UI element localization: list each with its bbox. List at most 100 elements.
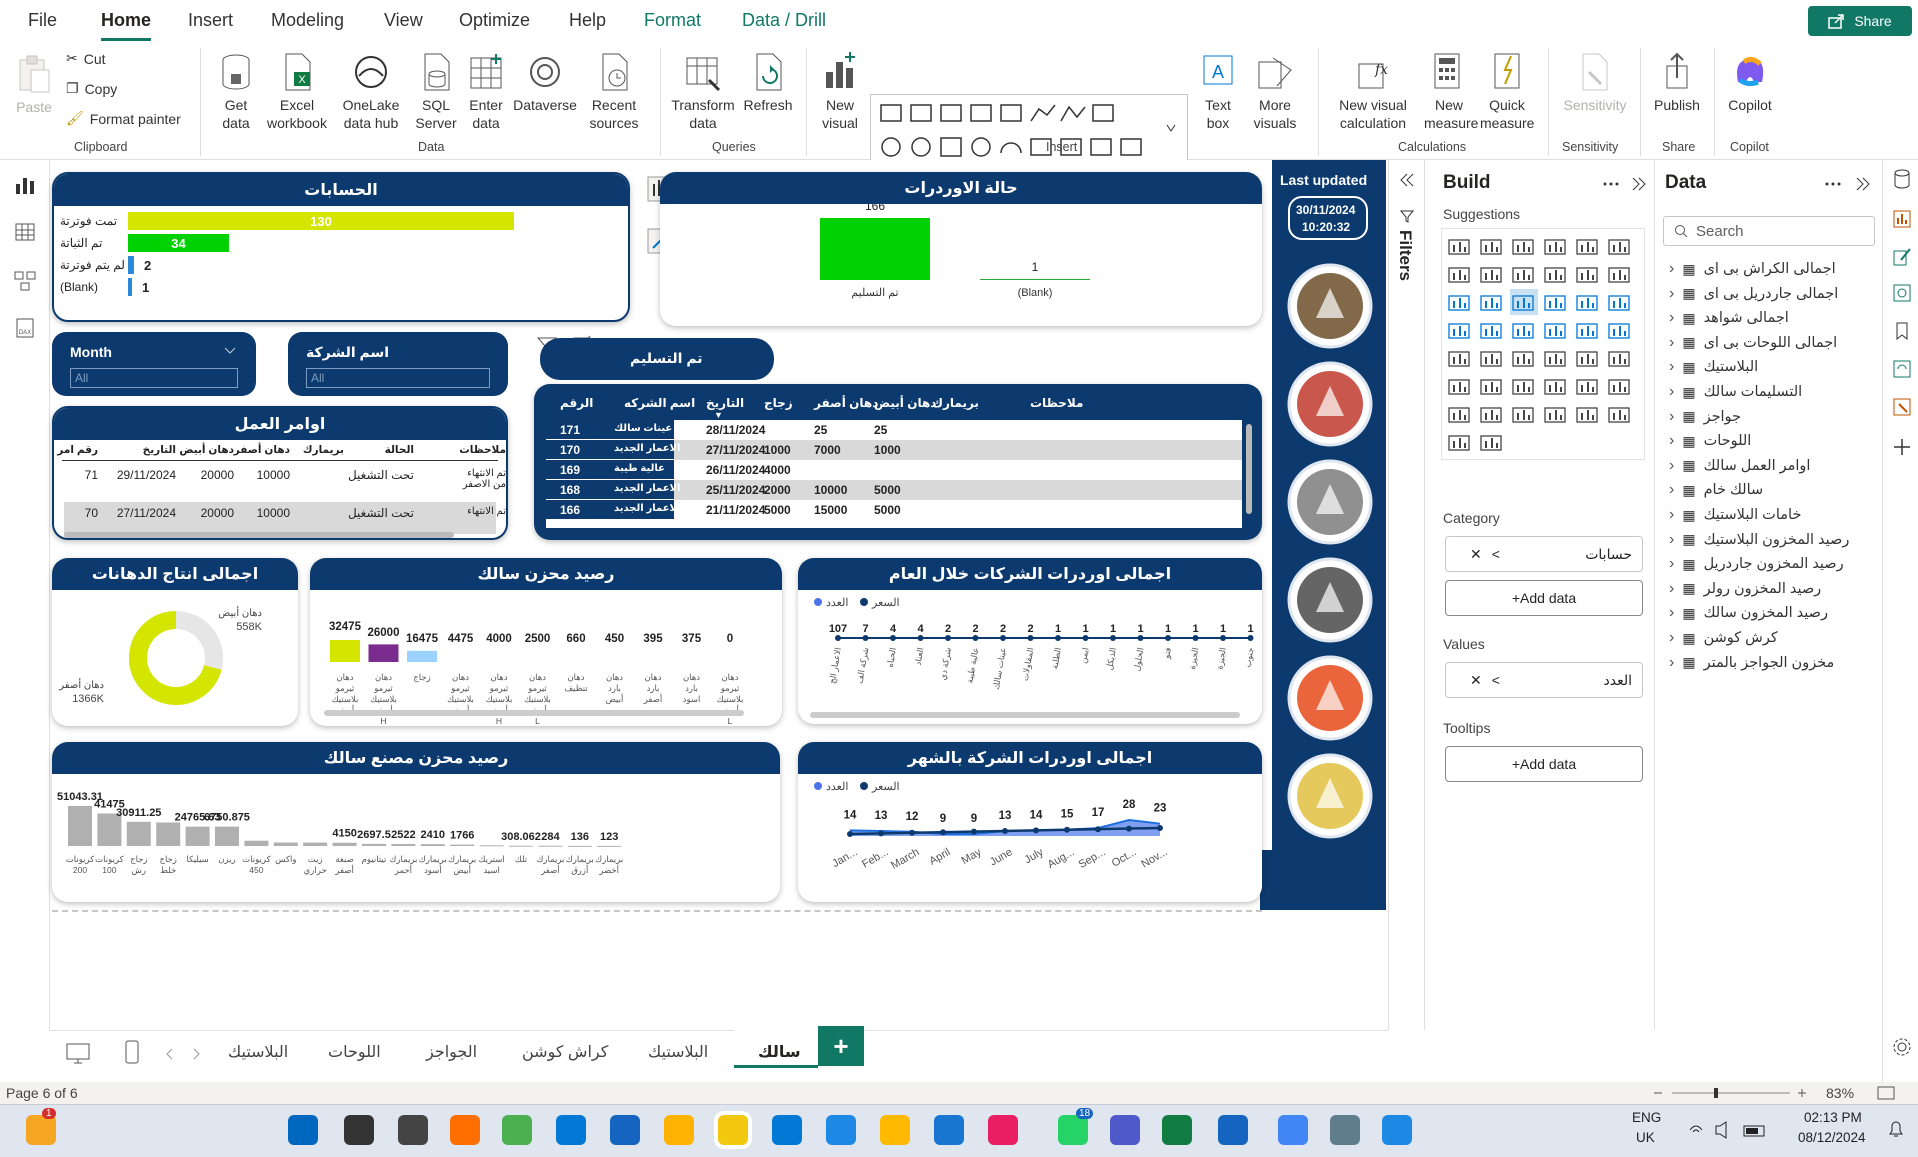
tab-optimize[interactable]: Optimize	[459, 10, 530, 31]
close-icon[interactable]: ✕	[1470, 546, 1482, 563]
values-well[interactable]: العدد > ✕	[1445, 662, 1643, 698]
close-icon[interactable]: ✕	[1470, 672, 1482, 689]
weather-icon[interactable]	[26, 1115, 56, 1145]
text-box-button[interactable]: A Text box	[1196, 52, 1240, 132]
salek-stock-chart[interactable]: 32475دهانثيرموبلاستيكأصفر26000دهانثيرموب…	[310, 590, 782, 726]
paint-icon[interactable]	[988, 1115, 1018, 1145]
work-orders-header[interactable]: ملاحظات	[459, 444, 506, 456]
page-nav-button[interactable]	[1286, 752, 1374, 840]
tab-view[interactable]: View	[384, 10, 423, 31]
tab-help[interactable]: Help	[569, 10, 606, 31]
accounts-card[interactable]: الحسابات تمت فوترتة 130 تم الثباتة 34 لم يتم…	[52, 172, 630, 322]
orders-table-header[interactable]: التاريخ	[706, 396, 744, 410]
page-tab-plastic[interactable]: البلاستيك	[648, 1042, 708, 1062]
chevron-right-icon[interactable]: ›	[1669, 481, 1674, 499]
work-orders-header[interactable]: دهان أبيض	[179, 444, 234, 456]
monthly-orders-chart[interactable]: العدد السعر 14 Jan... 13 Feb... 12 March 9 April 9…	[798, 774, 1262, 902]
data-table-item[interactable]: › ▦ اجمالى جاردريل بى اى	[1669, 285, 1838, 303]
chevron-right-icon[interactable]: ›	[1669, 580, 1674, 598]
dataverse-button[interactable]: Dataverse	[512, 52, 578, 114]
orders-table-header[interactable]: اسم الشركه	[624, 396, 695, 410]
work-orders-header[interactable]: بريمارك	[303, 444, 344, 456]
data-table-item[interactable]: › ▦ جواجز	[1669, 408, 1741, 426]
orders-table-header[interactable]: دهان أصفر	[814, 396, 878, 410]
work-orders-card[interactable]: اوامر العمل ملاحظات الحالة بريمارك دهان أصف…	[52, 406, 508, 540]
company-slicer-dropdown[interactable]: All	[306, 368, 490, 388]
chevron-right-icon[interactable]: ›	[1669, 383, 1674, 401]
add-tooltips-data-button[interactable]: +Add data	[1445, 746, 1643, 782]
chevron-right-icon[interactable]: ›	[1669, 457, 1674, 475]
tab-home[interactable]: Home	[101, 10, 152, 41]
share-button[interactable]: Share	[1808, 6, 1912, 36]
page-tab-salek[interactable]: سالك	[758, 1042, 801, 1062]
model-view-icon[interactable]	[13, 268, 37, 292]
excel-workbook-button[interactable]: X Excel workbook	[267, 52, 327, 132]
new-measure-button[interactable]: New measure	[1424, 52, 1478, 132]
data-table-item[interactable]: › ▦ كرش كوشن	[1669, 629, 1778, 647]
orders-table[interactable]: ملاحظات بريمارك دهان أبيض دهان أصفر زجاج التا…	[534, 384, 1262, 540]
monthly-orders-card[interactable]: اجمالى اوردرات الشركة بالشهر العدد السعر 1…	[798, 742, 1262, 902]
tab-format[interactable]: Format	[644, 10, 701, 31]
notification-bell-icon[interactable]	[1886, 1118, 1906, 1140]
orders-table-header[interactable]: ملاحظات	[1030, 396, 1083, 410]
edge-icon[interactable]	[556, 1115, 586, 1145]
page-nav-button[interactable]	[1286, 654, 1374, 742]
file-explorer-icon[interactable]	[664, 1115, 694, 1145]
factory-stock-chart[interactable]: 51043.31كريونات20041475كريونات10030911.2…	[52, 774, 780, 902]
company-slicer[interactable]: اسم الشركة All	[288, 332, 508, 396]
notepad-icon[interactable]	[826, 1115, 856, 1145]
cut-button[interactable]: ✂ Cut	[66, 50, 106, 67]
format-pane-icon[interactable]	[1891, 246, 1913, 268]
chevron-right-icon[interactable]: ›	[1669, 260, 1674, 278]
orders-status-card[interactable]: حالة الاوردرات 166 تم التسليم 1 (Blank)	[660, 172, 1262, 326]
whatsapp-icon[interactable]	[1058, 1115, 1088, 1145]
search-icon[interactable]	[344, 1115, 374, 1145]
sync-slicers-icon[interactable]	[1891, 358, 1913, 380]
work-orders-header[interactable]: رقم امر العمل	[54, 444, 98, 456]
quick-measure-button[interactable]: Quick measure	[1480, 52, 1534, 132]
companies-orders-chart[interactable]: العدد السعر 107 الاعمار الج 7 شركة الف 4 الحياه…	[798, 590, 1262, 724]
word-icon[interactable]	[1218, 1115, 1248, 1145]
month-slicer[interactable]: Month All	[52, 332, 256, 396]
clock-time[interactable]: 02:13 PM	[1804, 1110, 1862, 1125]
recent-sources-button[interactable]: Recent sources	[582, 52, 646, 132]
copilot-app-icon[interactable]	[450, 1115, 480, 1145]
filters-label[interactable]: Filters	[1395, 230, 1415, 281]
chevron-right-icon[interactable]: ›	[1669, 285, 1674, 303]
page-tab-crash-cushion[interactable]: كراش كوشن	[522, 1042, 608, 1062]
sql-server-button[interactable]: SQL Server	[414, 52, 458, 132]
onelake-button[interactable]: OneLake data hub	[336, 52, 406, 132]
mobile-layout-icon[interactable]	[122, 1039, 142, 1067]
page-nav-arrows-icon[interactable]	[164, 1047, 204, 1061]
data-table-item[interactable]: › ▦ رصيد المخزون رولر	[1669, 580, 1821, 598]
publish-button[interactable]: Publish	[1650, 52, 1704, 114]
collapse-left-icon[interactable]	[1397, 172, 1417, 188]
work-orders-header[interactable]: دهان أصفر	[234, 444, 290, 456]
paint-donut-chart[interactable]: دهان أبيض 558K دهان أصفر 1366K	[52, 590, 298, 726]
get-data-button[interactable]: Get data	[212, 52, 260, 132]
paint-production-card[interactable]: اجمالى انتاج الدهانات دهان أبيض 558K دهان …	[52, 558, 298, 726]
copilot-button[interactable]: Copilot	[1722, 52, 1778, 114]
snipping-tool-icon[interactable]	[610, 1115, 640, 1145]
orders-table-header[interactable]: بريمارك	[932, 396, 979, 410]
analytics-icon[interactable]	[1891, 282, 1913, 304]
work-orders-header[interactable]: التاريخ	[143, 444, 176, 456]
data-table-item[interactable]: › ▦ رصيد المخزون البلاستيك	[1669, 531, 1849, 549]
transform-data-button[interactable]: Transform data	[668, 52, 738, 132]
enter-data-button[interactable]: Enter data	[464, 52, 508, 132]
chevron-right-icon[interactable]: ›	[1669, 531, 1674, 549]
add-pane-icon[interactable]	[1891, 436, 1913, 458]
accounts-bar-chart[interactable]: تمت فوترتة 130 تم الثباتة 34 لم يتم فوترتة 2 (…	[54, 206, 628, 322]
visual-type-grid[interactable]	[1441, 228, 1645, 460]
work-orders-header[interactable]: الحالة	[385, 444, 414, 456]
format-painter-button[interactable]: 🖌 Format painter	[66, 110, 181, 127]
tab-insert[interactable]: Insert	[188, 10, 233, 31]
data-search-input[interactable]: Search	[1663, 216, 1875, 246]
page-nav-button[interactable]	[1286, 360, 1374, 448]
photos-icon[interactable]	[1382, 1115, 1412, 1145]
more-options-icon[interactable]	[1601, 176, 1651, 192]
zoom-slider[interactable]	[1650, 1087, 1810, 1099]
more-visuals-button[interactable]: More visuals	[1246, 52, 1304, 132]
chevron-right-icon[interactable]: ›	[1669, 506, 1674, 524]
chrome-profile-icon[interactable]	[1278, 1115, 1308, 1145]
